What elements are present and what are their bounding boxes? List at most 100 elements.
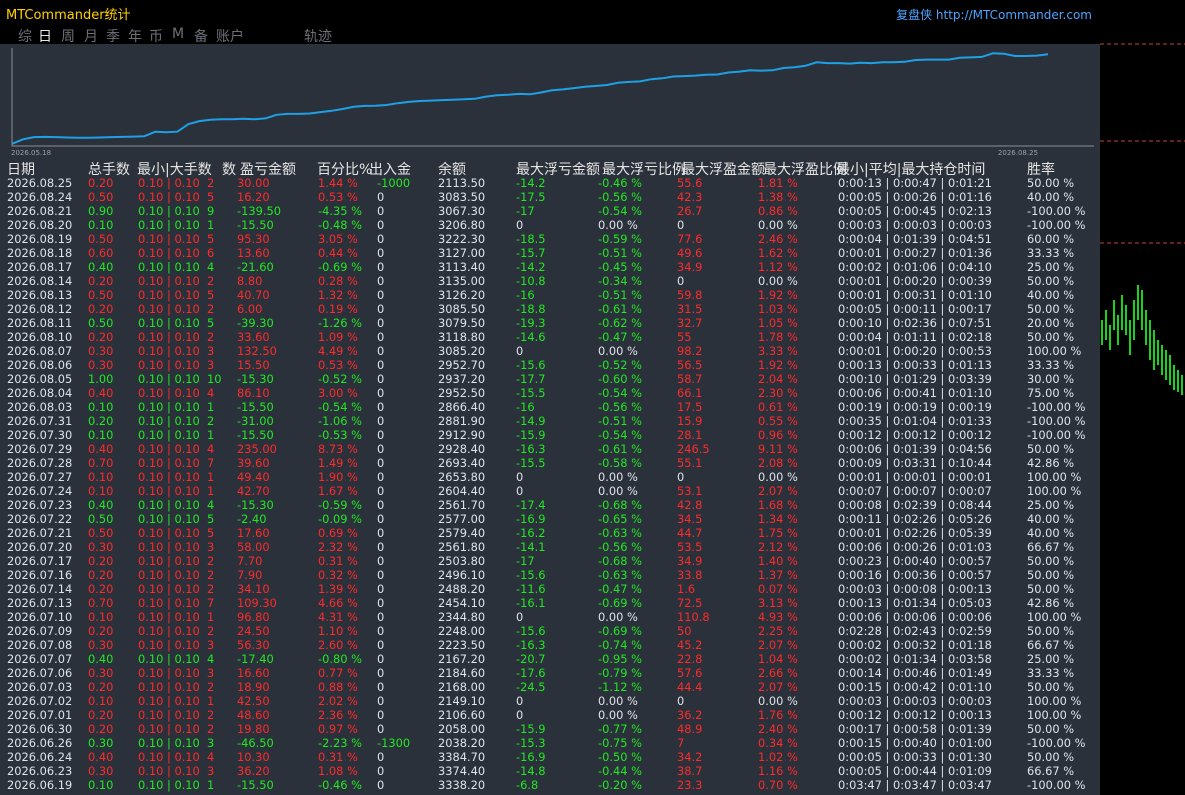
cell-col-4: -39.30 [237,316,274,330]
cell-col-2: 0.10 | 0.10 [138,554,200,568]
cell-col-11: 1.40 % [758,554,798,568]
cell-col-12: 0:00:17 | 0:00:58 | 0:01:39 [838,722,992,736]
cell-col-6: 0 [377,470,385,484]
cell-col-1: 0.20 [88,176,114,190]
cell-col-1: 0.10 [88,218,114,232]
cell-col-4: 30.00 [237,176,270,190]
cell-col-9: -0.63 % [598,526,642,540]
cell-col-4: 235.00 [237,442,277,456]
cell-col-7: 3206.80 [438,218,486,232]
cell-col-1: 0.50 [88,526,114,540]
cell-col-2: 0.10 | 0.10 [138,708,200,722]
cell-col-3: 5 [207,288,215,302]
cell-col-3: 1 [207,428,215,442]
cell-col-13: 40.00 % [1027,190,1075,204]
tab-9[interactable]: 账户 [216,26,244,46]
cell-col-9: -0.54 % [598,428,642,442]
cell-col-13: 25.00 % [1027,652,1075,666]
tab-3[interactable]: 月 [84,26,98,46]
cell-col-3: 1 [207,484,215,498]
cell-col-5: 8.73 % [318,442,358,456]
tab-1[interactable]: 日 [38,26,52,46]
cell-col-5: 1.32 % [318,288,358,302]
cell-col-9: -0.51 % [598,246,642,260]
cell-col-12: 0:00:13 | 0:01:34 | 0:05:03 [838,596,992,610]
cell-col-11: 0.00 % [758,218,798,232]
cell-col-11: 1.62 % [758,246,798,260]
cell-col-13: 100.00 % [1027,708,1082,722]
cell-col-6: 0 [377,484,385,498]
cell-col-10: 0 [677,694,685,708]
cell-col-12: 0:00:02 | 0:01:34 | 0:03:58 [838,652,992,666]
cell-col-6: 0 [377,512,385,526]
cell-col-2: 0.10 | 0.10 [138,414,200,428]
cell-col-0: 2026.07.31 [7,414,73,428]
cell-col-12: 0:00:14 | 0:00:46 | 0:01:49 [838,666,992,680]
cell-col-7: 3083.50 [438,190,486,204]
cell-col-11: 2.08 % [758,456,798,470]
cell-col-13: -100.00 % [1027,400,1086,414]
cell-col-5: 0.53 % [318,358,358,372]
cell-col-10: 36.2 [677,708,703,722]
tab-0[interactable]: 综 [18,26,32,46]
cell-col-1: 0.30 [88,358,114,372]
table-row: 2026.07.02 0.10 0.10 | 0.10 1 42.50 2.02 % 0 21… [0,694,1100,708]
tab-10[interactable]: 轨迹 [304,26,332,46]
cell-col-7: 2579.40 [438,526,486,540]
tab-5[interactable]: 年 [128,26,142,46]
cell-col-6: 0 [377,400,385,414]
cell-col-2: 0.10 | 0.10 [138,610,200,624]
cell-col-3: 2 [207,568,215,582]
table-row: 2026.07.30 0.10 0.10 | 0.10 1 -15.50 -0.53 % 0… [0,428,1100,442]
cell-col-11: 0.96 % [758,428,798,442]
cell-col-2: 0.10 | 0.10 [138,652,200,666]
cell-col-12: 0:00:13 | 0:00:47 | 0:01:21 [838,176,992,190]
cell-col-8: -24.5 [516,680,546,694]
cell-col-11: 1.78 % [758,330,798,344]
cell-col-13: 20.00 % [1027,316,1075,330]
cell-col-3: 5 [207,316,215,330]
cell-col-6: 0 [377,624,385,638]
cell-col-6: 0 [377,694,385,708]
tab-4[interactable]: 季 [106,26,120,46]
cell-col-7: 2693.40 [438,456,486,470]
cell-col-13: -100.00 % [1027,414,1086,428]
tab-2[interactable]: 周 [61,26,75,46]
cell-col-2: 0.10 | 0.10 [138,470,200,484]
cell-col-9: 0.00 % [598,470,638,484]
cell-col-12: 0:00:01 | 0:00:20 | 0:00:53 [838,344,992,358]
cell-col-10: 59.8 [677,288,703,302]
cell-col-13: 50.00 % [1027,568,1075,582]
cell-col-1: 0.30 [88,666,114,680]
cell-col-4: 10.30 [237,750,270,764]
cell-col-5: 2.02 % [318,694,358,708]
tab-7[interactable]: M [172,26,184,42]
cell-col-2: 0.10 | 0.10 [138,428,200,442]
cell-col-11: 1.92 % [758,288,798,302]
cell-col-0: 2026.08.14 [7,274,73,288]
tab-8[interactable]: 备 [194,26,208,46]
cell-col-0: 2026.08.24 [7,190,73,204]
cell-col-9: -0.51 % [598,414,642,428]
cell-col-1: 0.10 [88,778,114,792]
table-row: 2026.07.31 0.20 0.10 | 0.10 2 -31.00 -1.06 % 0… [0,414,1100,428]
cell-col-12: 0:00:12 | 0:00:12 | 0:00:13 [838,708,992,722]
cell-col-3: 3 [207,344,215,358]
cell-col-13: 40.00 % [1027,526,1075,540]
cell-col-11: 4.93 % [758,610,798,624]
cell-col-0: 2026.08.05 [7,372,73,386]
cell-col-4: 56.30 [237,638,270,652]
cell-col-6: 0 [377,596,385,610]
tab-6[interactable]: 币 [149,26,163,46]
cell-col-0: 2026.07.16 [7,568,73,582]
cell-col-12: 0:00:35 | 0:01:04 | 0:01:33 [838,414,992,428]
cell-col-10: 34.9 [677,260,703,274]
cell-col-9: 0.00 % [598,484,638,498]
cell-col-11: 2.04 % [758,372,798,386]
cell-col-7: 2937.20 [438,372,486,386]
table-row: 2026.08.19 0.50 0.10 | 0.10 5 95.30 3.05 % 0 32… [0,232,1100,246]
brand-link[interactable]: 复盘侠 http://MTCommander.com [896,6,1092,23]
cell-col-0: 2026.08.13 [7,288,73,302]
equity-line [11,52,1049,145]
cell-col-7: 2223.50 [438,638,486,652]
